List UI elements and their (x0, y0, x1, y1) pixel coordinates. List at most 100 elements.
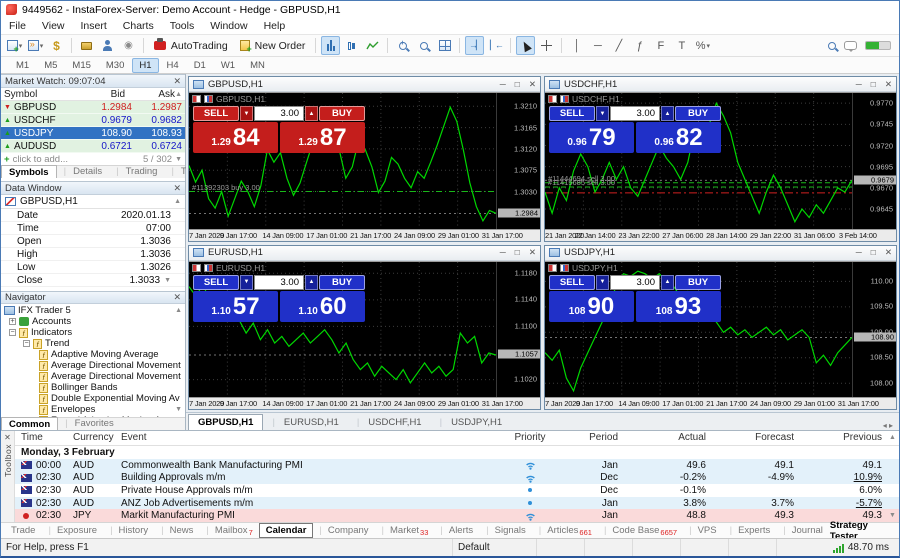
tab-company[interactable]: Company (313, 523, 375, 538)
menu-window[interactable]: Window (202, 20, 255, 32)
search-icon[interactable] (828, 41, 836, 50)
column-symbol[interactable]: Symbol (4, 89, 75, 100)
volume-input[interactable]: 3.00 (254, 274, 304, 290)
tab-history[interactable]: History (104, 523, 155, 538)
tab-vps[interactable]: VPS (683, 523, 723, 538)
maximize-icon[interactable]: □ (871, 79, 876, 90)
collapse-icon[interactable]: − (23, 340, 30, 348)
one-click-icon[interactable] (192, 263, 201, 272)
timeframe-mn[interactable]: MN (243, 58, 272, 73)
tab-alerts[interactable]: Alerts (434, 523, 480, 538)
trendline-button[interactable]: ╱ (609, 36, 628, 55)
accounts-button[interactable] (98, 36, 117, 55)
close-icon[interactable]: ✕ (885, 79, 892, 90)
column-ask[interactable]: Ask (125, 89, 175, 100)
menu-charts[interactable]: Charts (115, 20, 162, 32)
chart-tab-eurusd[interactable]: EURUSD,H1 (263, 414, 347, 430)
timeframe-m15[interactable]: M15 (65, 58, 97, 73)
calendar-event-row[interactable]: 02:30 AUD Private House Approvals m/m De… (15, 484, 899, 497)
buy-price[interactable]: 108 93 (636, 290, 721, 322)
minimize-icon[interactable]: ─ (500, 247, 506, 258)
chart-window-usdjpy[interactable]: USDJPY,H1 ─ □ ✕ USDJPY,H1 SELL ▼ 3.00 ▲ … (544, 244, 897, 410)
depth-icon[interactable] (560, 263, 569, 272)
one-click-icon[interactable] (548, 263, 557, 272)
text-tool-button[interactable]: T (672, 36, 691, 55)
column-period[interactable]: Period (566, 432, 618, 443)
chart-window-titlebar[interactable]: GBPUSD,H1 ─ □ ✕ (189, 77, 540, 92)
menu-insert[interactable]: Insert (73, 20, 115, 32)
collapse-icon[interactable]: − (9, 329, 16, 337)
buy-button[interactable]: BUY (675, 106, 721, 121)
profile-name[interactable]: Default (453, 539, 537, 556)
crosshair-button[interactable] (537, 36, 556, 55)
tab-scroll-arrows[interactable]: ◂ ▸ (883, 421, 897, 430)
tree-leaf-indicator[interactable]: f Adaptive Moving Average (1, 349, 185, 360)
scroll-up-icon[interactable]: ▲ (175, 307, 185, 314)
sell-button[interactable]: SELL (193, 106, 239, 121)
deposit-button[interactable] (77, 36, 96, 55)
calendar-event-row[interactable]: 02:30 JPY Markit Manufacturing PMI Jan 4… (15, 509, 899, 522)
sell-price[interactable]: 1.10 57 (193, 290, 278, 322)
buy-button[interactable]: BUY (319, 106, 365, 121)
market-watch-row[interactable]: GBPUSD 1.2984 1.2987 (1, 101, 185, 114)
chart-window-titlebar[interactable]: EURUSD,H1 ─ □ ✕ (189, 245, 540, 261)
price-chart[interactable]: EURUSD,H1 SELL ▼ 3.00 ▲ BUY 1.10 57 1.10… (189, 261, 496, 397)
buy-button[interactable]: BUY (319, 274, 365, 290)
chart-tab-gbpusd[interactable]: GBPUSD,H1 (188, 414, 264, 430)
close-icon[interactable]: ✕ (529, 79, 536, 90)
sell-price[interactable]: 1.29 84 (193, 122, 278, 153)
tab-favorites[interactable]: Favorites (58, 417, 121, 430)
buy-price[interactable]: 0.96 82 (636, 122, 721, 153)
candlestick-button[interactable] (342, 36, 361, 55)
timeframe-h4[interactable]: H4 (160, 58, 186, 73)
tree-node-trend[interactable]: − f Trend (1, 338, 185, 349)
calendar-event-row[interactable]: 02:30 AUD ANZ Job Advertisements m/m Jan… (15, 496, 899, 510)
tab-trade[interactable]: Trade (5, 523, 42, 538)
tile-windows-button[interactable] (435, 36, 454, 55)
sell-price[interactable]: 108 90 (549, 290, 634, 322)
menu-file[interactable]: File (1, 20, 34, 32)
column-time[interactable]: Time (15, 432, 73, 443)
tree-leaf-indicator[interactable]: f Double Exponential Moving Av (1, 393, 185, 404)
chart-window-titlebar[interactable]: USDCHF,H1 ─ □ ✕ (545, 77, 896, 92)
buy-price[interactable]: 1.10 60 (280, 290, 365, 322)
signals-button[interactable]: ◉ (119, 36, 138, 55)
minimize-icon[interactable]: ─ (500, 79, 506, 90)
vertical-line-button[interactable]: │ (567, 36, 586, 55)
tab-mailbox[interactable]: Mailbox7 (200, 523, 258, 538)
column-forecast[interactable]: Forecast (706, 432, 794, 443)
close-icon[interactable]: ✕ (4, 433, 11, 442)
chart-window-gbpusd[interactable]: GBPUSD,H1 ─ □ ✕ GBPUSD,H1 SELL ▼ 3.00 ▲ … (188, 76, 541, 242)
scroll-up-icon[interactable]: ▲ (886, 432, 899, 443)
tab-common[interactable]: Common (1, 417, 59, 430)
buy-button[interactable]: BUY (675, 274, 721, 290)
volume-decrease-button[interactable]: ▼ (240, 274, 253, 290)
scroll-up-icon[interactable]: ▲ (174, 198, 181, 205)
tree-node-accounts[interactable]: + Accounts (1, 316, 185, 327)
profiles-button[interactable]: ▾ (26, 36, 45, 55)
market-watch-button[interactable]: $ (47, 36, 66, 55)
bar-chart-button[interactable] (321, 36, 341, 55)
line-chart-button[interactable] (363, 36, 382, 55)
sell-button[interactable]: SELL (549, 274, 595, 290)
close-icon[interactable]: ✕ (885, 247, 892, 258)
chart-shift-button[interactable]: ▏← (486, 36, 505, 55)
tab-signals[interactable]: Signals (480, 523, 533, 538)
volume-input[interactable]: 3.00 (610, 274, 660, 290)
market-watch-row[interactable]: USDCHF 0.9679 0.9682 (1, 114, 185, 127)
calendar-event-row[interactable]: 02:30 AUD Building Approvals m/m Dec -0.… (15, 471, 899, 485)
tab-calendar[interactable]: Calendar (258, 523, 314, 538)
timeframe-m5[interactable]: M5 (37, 58, 64, 73)
column-event[interactable]: Event (121, 432, 494, 443)
scroll-down-icon[interactable]: ▼ (175, 156, 182, 163)
tab-journal[interactable]: Journal (777, 523, 830, 538)
sell-button[interactable]: SELL (549, 106, 595, 121)
column-currency[interactable]: Currency (73, 432, 121, 443)
horizontal-line-button[interactable]: ─ (588, 36, 607, 55)
close-icon[interactable]: ✕ (173, 183, 181, 194)
close-icon[interactable]: ✕ (173, 292, 181, 303)
tab-code-base[interactable]: Code Base6657 (598, 523, 683, 538)
volume-increase-button[interactable]: ▲ (661, 274, 674, 290)
tree-leaf-indicator[interactable]: f Envelopes ▼ (1, 404, 185, 415)
tree-root[interactable]: IFX Trader 5 ▲ (1, 305, 185, 316)
